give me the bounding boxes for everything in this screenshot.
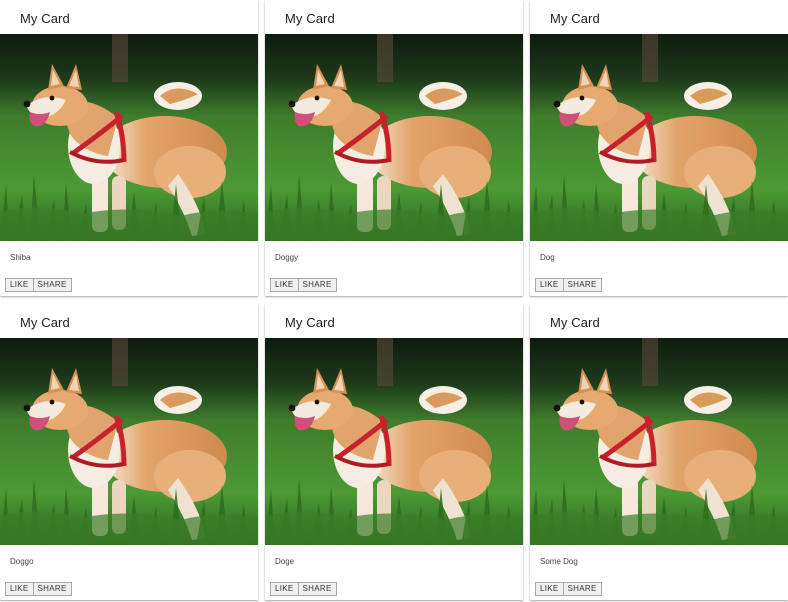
share-button[interactable]: SHARE bbox=[298, 278, 337, 292]
card-text: Some Dog bbox=[540, 557, 578, 566]
card-text: Doggo bbox=[10, 557, 34, 566]
card-title: My Card bbox=[285, 11, 335, 26]
dog-image bbox=[0, 34, 258, 241]
card-actions: LIKE SHARE bbox=[5, 582, 72, 596]
card-text: Shiba bbox=[10, 253, 31, 262]
card-actions: LIKE SHARE bbox=[5, 278, 72, 292]
card-grid: My Card Shiba LIKE SHARE My Card Doggy L… bbox=[0, 0, 788, 602]
like-button[interactable]: LIKE bbox=[5, 278, 34, 292]
card-actions: LIKE SHARE bbox=[535, 278, 602, 292]
card-title: My Card bbox=[20, 11, 70, 26]
card: My Card Doggy LIKE SHARE bbox=[265, 0, 523, 296]
like-button[interactable]: LIKE bbox=[270, 278, 299, 292]
share-button[interactable]: SHARE bbox=[33, 278, 72, 292]
card-actions: LIKE SHARE bbox=[270, 278, 337, 292]
share-button[interactable]: SHARE bbox=[563, 582, 602, 596]
card-text: Doggy bbox=[275, 253, 299, 262]
share-button[interactable]: SHARE bbox=[33, 582, 72, 596]
dog-image bbox=[0, 338, 258, 545]
card: My Card Shiba LIKE SHARE bbox=[0, 0, 258, 296]
dog-image bbox=[530, 338, 788, 545]
card-title: My Card bbox=[550, 315, 600, 330]
card: My Card Dog LIKE SHARE bbox=[530, 0, 788, 296]
like-button[interactable]: LIKE bbox=[5, 582, 34, 596]
dog-image bbox=[530, 34, 788, 241]
dog-image bbox=[265, 34, 523, 241]
like-button[interactable]: LIKE bbox=[270, 582, 299, 596]
card-title: My Card bbox=[20, 315, 70, 330]
card-title: My Card bbox=[285, 315, 335, 330]
card: My Card Doggo LIKE SHARE bbox=[0, 304, 258, 600]
dog-image bbox=[265, 338, 523, 545]
card: My Card Some Dog LIKE SHARE bbox=[530, 304, 788, 600]
share-button[interactable]: SHARE bbox=[563, 278, 602, 292]
card-text: Doge bbox=[275, 557, 295, 566]
share-button[interactable]: SHARE bbox=[298, 582, 337, 596]
card-actions: LIKE SHARE bbox=[270, 582, 337, 596]
card-text: Dog bbox=[540, 253, 555, 262]
card: My Card Doge LIKE SHARE bbox=[265, 304, 523, 600]
like-button[interactable]: LIKE bbox=[535, 582, 564, 596]
card-actions: LIKE SHARE bbox=[535, 582, 602, 596]
card-title: My Card bbox=[550, 11, 600, 26]
like-button[interactable]: LIKE bbox=[535, 278, 564, 292]
